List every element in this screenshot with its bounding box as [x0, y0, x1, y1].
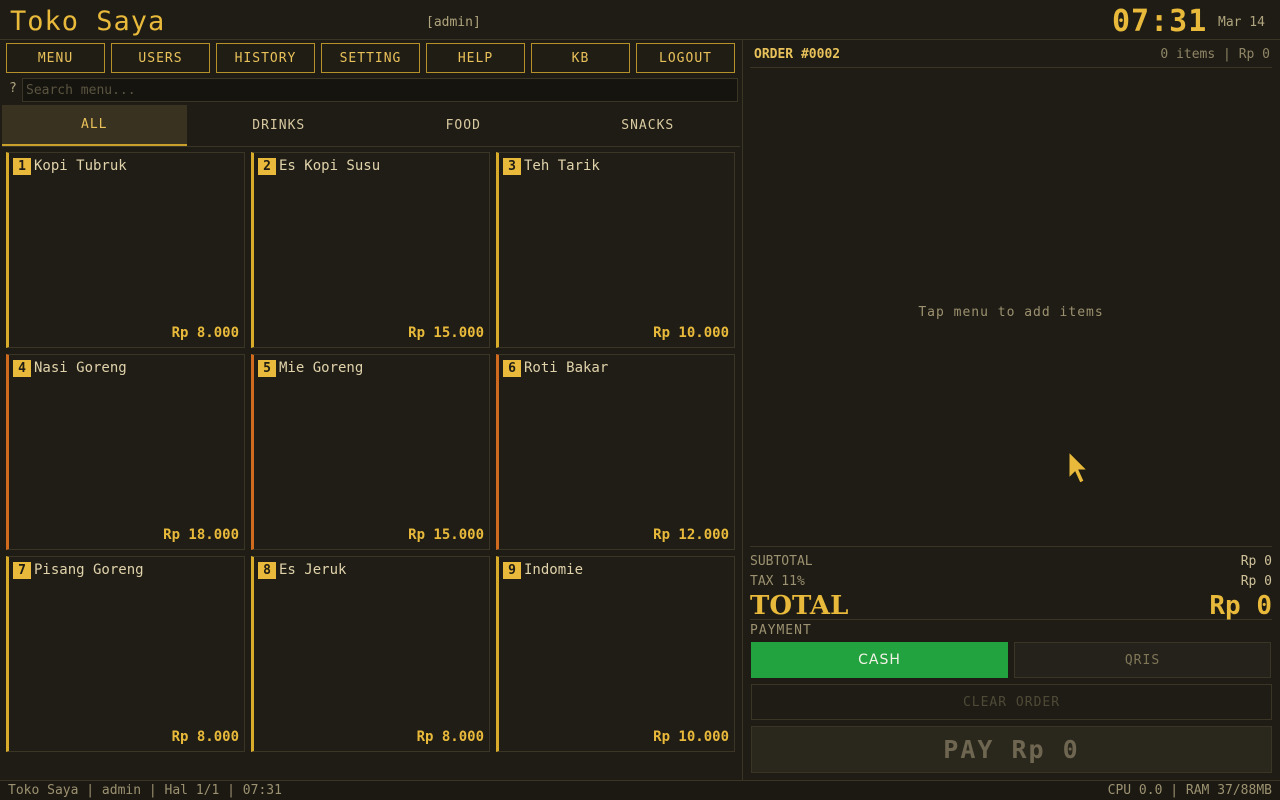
- menu-card[interactable]: 8 Es Jeruk Rp 8.000: [251, 556, 490, 752]
- header-bar: Toko Saya [admin] 07:31 Mar 14: [0, 0, 1280, 40]
- item-price: Rp 15.000: [408, 527, 484, 543]
- total-label: TOTAL: [750, 591, 849, 621]
- order-title: ORDER #0002: [754, 47, 841, 62]
- item-number: 2: [258, 158, 276, 175]
- menu-card[interactable]: 6 Roti Bakar Rp 12.000: [496, 354, 735, 550]
- app-title: Toko Saya: [10, 6, 166, 37]
- item-price: Rp 15.000: [408, 325, 484, 341]
- panel-divider: [742, 40, 743, 780]
- order-empty-message: Tap menu to add items: [918, 305, 1104, 320]
- menu-card[interactable]: 9 Indomie Rp 10.000: [496, 556, 735, 752]
- status-right: CPU 0.0 | RAM 37/88MB: [1107, 783, 1272, 798]
- tax-label: TAX 11%: [750, 574, 805, 589]
- menu-card[interactable]: 2 Es Kopi Susu Rp 15.000: [251, 152, 490, 348]
- nav-bar: MENU USERS HISTORY SETTING HELP KB LOGOU…: [6, 43, 736, 73]
- item-name: Nasi Goreng: [34, 360, 127, 376]
- status-bar: Toko Saya | admin | Hal 1/1 | 07:31 CPU …: [0, 780, 1280, 800]
- search-input[interactable]: [22, 78, 738, 102]
- tab-all[interactable]: ALL: [2, 105, 187, 146]
- status-left: Toko Saya | admin | Hal 1/1 | 07:31: [8, 783, 282, 798]
- item-price: Rp 8.000: [416, 729, 484, 745]
- clock: 07:31: [1112, 4, 1208, 39]
- tab-drinks[interactable]: DRINKS: [187, 105, 372, 146]
- logout-button[interactable]: LOGOUT: [636, 43, 735, 73]
- search-row: ?: [6, 78, 738, 102]
- menu-card[interactable]: 4 Nasi Goreng Rp 18.000: [6, 354, 245, 550]
- menu-button[interactable]: MENU: [6, 43, 105, 73]
- setting-button[interactable]: SETTING: [321, 43, 420, 73]
- date: Mar 14: [1218, 15, 1265, 30]
- subtotal-label: SUBTOTAL: [750, 554, 813, 569]
- menu-grid: 1 Kopi Tubruk Rp 8.000 2 Es Kopi Susu Rp…: [6, 152, 736, 752]
- qris-button[interactable]: QRIS: [1014, 642, 1271, 678]
- menu-card[interactable]: 5 Mie Goreng Rp 15.000: [251, 354, 490, 550]
- help-button[interactable]: HELP: [426, 43, 525, 73]
- item-name: Teh Tarik: [524, 158, 600, 174]
- kb-button[interactable]: KB: [531, 43, 630, 73]
- pay-button[interactable]: PAY Rp 0: [751, 726, 1272, 773]
- menu-card[interactable]: 7 Pisang Goreng Rp 8.000: [6, 556, 245, 752]
- history-button[interactable]: HISTORY: [216, 43, 315, 73]
- item-name: Kopi Tubruk: [34, 158, 127, 174]
- item-price: Rp 18.000: [163, 527, 239, 543]
- item-number: 5: [258, 360, 276, 377]
- order-header: ORDER #0002 0 items | Rp 0: [750, 44, 1272, 68]
- item-number: 3: [503, 158, 521, 175]
- item-name: Pisang Goreng: [34, 562, 144, 578]
- item-name: Es Jeruk: [279, 562, 347, 578]
- item-name: Mie Goreng: [279, 360, 364, 376]
- item-price: Rp 8.000: [171, 325, 239, 341]
- search-icon: ?: [9, 81, 17, 96]
- item-number: 1: [13, 158, 31, 175]
- order-summary: 0 items | Rp 0: [1160, 47, 1270, 62]
- tax-value: Rp 0: [1240, 574, 1272, 589]
- item-price: Rp 10.000: [653, 325, 729, 341]
- cash-button[interactable]: CASH: [751, 642, 1008, 678]
- category-tabs: ALL DRINKS FOOD SNACKS: [2, 105, 740, 147]
- item-price: Rp 8.000: [171, 729, 239, 745]
- pos-app: Toko Saya [admin] 07:31 Mar 14 MENU USER…: [0, 0, 1280, 800]
- item-name: Es Kopi Susu: [279, 158, 381, 174]
- item-number: 6: [503, 360, 521, 377]
- item-price: Rp 12.000: [653, 527, 729, 543]
- payment-label: PAYMENT: [750, 623, 812, 638]
- item-name: Roti Bakar: [524, 360, 609, 376]
- tab-food[interactable]: FOOD: [371, 105, 556, 146]
- menu-card[interactable]: 3 Teh Tarik Rp 10.000: [496, 152, 735, 348]
- subtotal-value: Rp 0: [1240, 554, 1272, 569]
- item-number: 4: [13, 360, 31, 377]
- totals-divider: [750, 546, 1272, 547]
- mouse-cursor-icon: [1068, 451, 1088, 484]
- users-button[interactable]: USERS: [111, 43, 210, 73]
- clear-order-button[interactable]: CLEAR ORDER: [751, 684, 1272, 720]
- item-number: 8: [258, 562, 276, 579]
- item-name: Indomie: [524, 562, 584, 578]
- total-row: TOTAL Rp 0: [750, 591, 1272, 621]
- item-price: Rp 10.000: [653, 729, 729, 745]
- tab-snacks[interactable]: SNACKS: [556, 105, 741, 146]
- total-value: Rp 0: [1209, 591, 1272, 621]
- item-number: 7: [13, 562, 31, 579]
- user-tag: [admin]: [426, 15, 481, 30]
- menu-card[interactable]: 1 Kopi Tubruk Rp 8.000: [6, 152, 245, 348]
- item-number: 9: [503, 562, 521, 579]
